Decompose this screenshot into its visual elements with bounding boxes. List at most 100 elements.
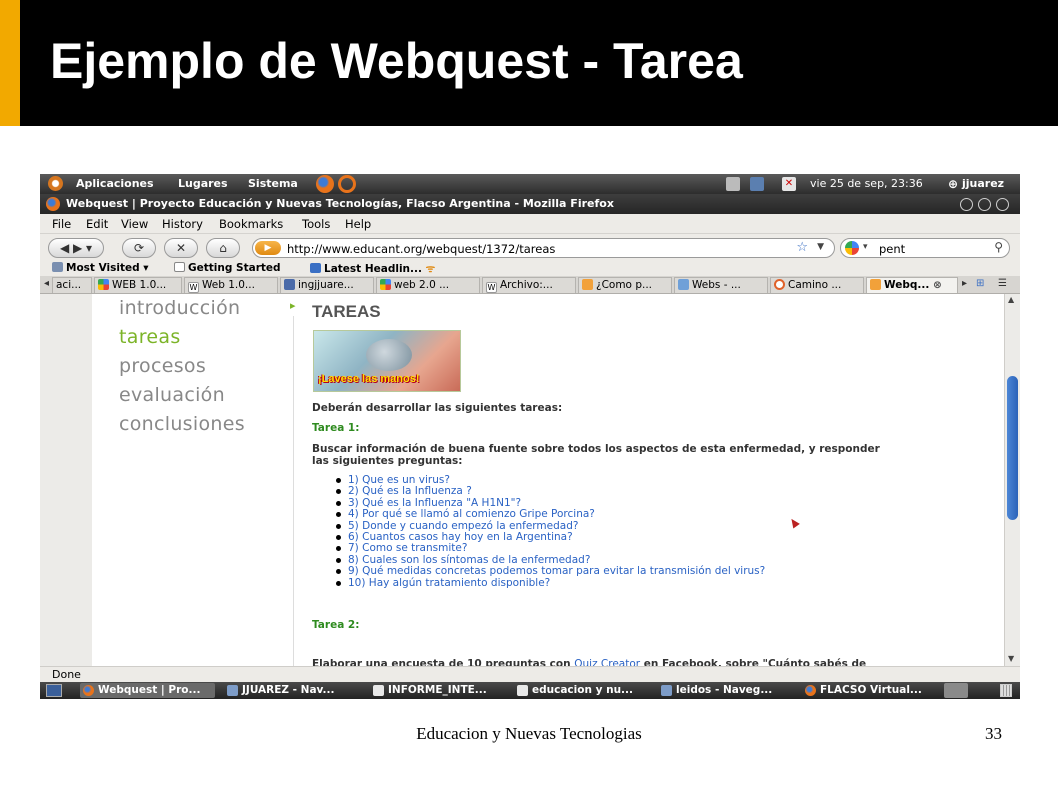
bookmark-star-icon[interactable]: ☆: [796, 240, 808, 255]
close-window-button[interactable]: [996, 198, 1009, 211]
close-tab-icon[interactable]: ⊗: [933, 279, 942, 291]
bookmarks-toolbar: Most Visited ▾ Getting Started Latest He…: [40, 262, 1020, 276]
menu-lugares[interactable]: Lugares: [178, 177, 228, 190]
network-icon[interactable]: [750, 177, 764, 191]
user-name[interactable]: jjuarez: [962, 177, 1004, 190]
app-launcher-icon[interactable]: [338, 175, 356, 193]
task2-label: Tarea 2:: [312, 619, 360, 631]
site-favicon-icon: [284, 279, 295, 290]
menu-file[interactable]: File: [52, 217, 71, 231]
folder-icon: [52, 262, 63, 272]
workspace-switcher[interactable]: [944, 683, 968, 698]
search-engine-dropdown-icon[interactable]: ▾: [863, 242, 868, 252]
firefox-launcher-icon[interactable]: [316, 175, 334, 193]
scroll-tabs-right-icon[interactable]: ▸: [962, 278, 967, 289]
taskbar-item-webquest[interactable]: Webquest | Pro...: [80, 683, 215, 698]
search-bar[interactable]: ▾ pent ⚲: [840, 238, 1010, 258]
gnome-top-panel: Aplicaciones Lugares Sistema ✕ vie 25 de…: [40, 174, 1020, 194]
back-forward-button[interactable]: ◀ ▶ ▾: [48, 238, 104, 258]
ubuntu-logo-icon[interactable]: [48, 176, 63, 191]
status-text: Done: [52, 668, 81, 681]
taskbar-item-jjuarez[interactable]: JJUAREZ - Nav...: [224, 683, 360, 698]
menu-aplicaciones[interactable]: Aplicaciones: [76, 177, 154, 190]
tab-0[interactable]: aci...: [52, 277, 92, 293]
soap-image: [366, 339, 412, 371]
url-bar[interactable]: ▶ http://www.educant.org/webquest/1372/t…: [252, 238, 835, 258]
mouse-pointer-icon: [788, 516, 800, 529]
taskbar-item-leidos[interactable]: leidos - Naveg...: [658, 683, 794, 698]
tab-9-active[interactable]: Webq... ⊗: [866, 277, 958, 293]
url-text[interactable]: http://www.educant.org/webquest/1372/tar…: [287, 242, 555, 256]
maximize-button[interactable]: [978, 198, 991, 211]
home-button[interactable]: ⌂: [206, 238, 240, 258]
scrollbar-thumb[interactable]: [1007, 376, 1018, 520]
question-link[interactable]: 4) Por qué se llamó al comienzo Gripe Po…: [335, 508, 765, 520]
menu-sistema[interactable]: Sistema: [248, 177, 298, 190]
bookmark-getting-started[interactable]: Getting Started: [174, 262, 281, 274]
url-history-dropdown-icon[interactable]: ▼: [817, 242, 824, 252]
bookmark-latest-headlines[interactable]: Latest Headlin... ᯤ: [310, 262, 435, 276]
list-all-tabs-icon[interactable]: ☰: [998, 278, 1007, 289]
tab-2[interactable]: W Web 1.0...: [184, 277, 278, 293]
nav-tareas[interactable]: tareas: [119, 323, 245, 352]
tab-4[interactable]: web 2.0 ...: [376, 277, 480, 293]
question-link[interactable]: 9) Qué medidas concretas podemos tomar p…: [335, 565, 765, 577]
browser-screenshot: Aplicaciones Lugares Sistema ✕ vie 25 de…: [40, 174, 1020, 699]
trash-icon[interactable]: [1000, 684, 1012, 697]
site-identity-icon[interactable]: ▶: [255, 241, 281, 255]
window-icon: [661, 685, 672, 696]
show-desktop-icon[interactable]: [46, 684, 62, 697]
taskbar-item-flacso[interactable]: FLACSO Virtual...: [802, 683, 938, 698]
volume-icon[interactable]: [726, 177, 740, 191]
menu-history[interactable]: History: [162, 217, 203, 231]
user-switch-icon[interactable]: ⊕: [948, 177, 958, 191]
tab-strip: ◂ aci... WEB 1.0... W Web 1.0... ingjjuar…: [40, 276, 1020, 294]
google-favicon-icon: [98, 279, 109, 290]
content-divider: [293, 316, 294, 666]
intro-text: Deberán desarrollar las siguientes tarea…: [312, 402, 563, 414]
taskbar-item-informe[interactable]: INFORME_INTE...: [370, 683, 506, 698]
clock[interactable]: vie 25 de sep, 23:36: [810, 177, 923, 190]
nav-conclusiones[interactable]: conclusiones: [119, 410, 245, 439]
tab-6[interactable]: ¿Como p...: [578, 277, 672, 293]
google-favicon-icon: [380, 279, 391, 290]
menu-bookmarks[interactable]: Bookmarks: [219, 217, 283, 231]
menu-help[interactable]: Help: [345, 217, 371, 231]
slide-footer: Educacion y Nuevas Tecnologias: [416, 724, 642, 743]
new-tab-icon[interactable]: ⊞: [976, 278, 984, 289]
task2-text: Elaborar una encuesta de 10 preguntas co…: [312, 658, 866, 666]
nav-procesos[interactable]: procesos: [119, 352, 245, 381]
taskbar: Webquest | Pro... JJUAREZ - Nav... INFOR…: [40, 682, 1020, 699]
scroll-down-icon[interactable]: ▼: [1008, 654, 1014, 663]
slide-accent-bar: [0, 0, 20, 126]
firefox-window-icon[interactable]: [46, 197, 60, 211]
google-search-engine-icon[interactable]: [845, 241, 859, 255]
navigation-toolbar: ◀ ▶ ▾ ⟳ ✕ ⌂ ▶ http://www.educant.org/web…: [40, 234, 1020, 262]
search-icon[interactable]: ⚲: [994, 240, 1003, 254]
tab-8[interactable]: Camino ...: [770, 277, 864, 293]
stop-button[interactable]: ✕: [164, 238, 198, 258]
tab-5[interactable]: W Archivo:...: [482, 277, 576, 293]
search-input[interactable]: pent: [879, 242, 905, 256]
taskbar-item-educacion[interactable]: educacion y nu...: [514, 683, 650, 698]
quiz-creator-link[interactable]: Quiz Creator: [574, 658, 640, 666]
tab-7[interactable]: Webs - ...: [674, 277, 768, 293]
wikipedia-favicon-icon: W: [188, 282, 199, 293]
question-link[interactable]: 10) Hay algún tratamiento disponible?: [335, 577, 765, 589]
bookmark-most-visited[interactable]: Most Visited ▾: [52, 262, 149, 274]
menu-tools[interactable]: Tools: [302, 217, 330, 231]
nav-introduccion[interactable]: introducción: [119, 294, 245, 323]
reload-button[interactable]: ⟳: [122, 238, 156, 258]
notification-icon[interactable]: ✕: [782, 177, 796, 191]
menu-view[interactable]: View: [121, 217, 148, 231]
page-scrollbar[interactable]: ▲ ▼: [1004, 294, 1020, 666]
wikipedia-favicon-icon: W: [486, 282, 497, 293]
tab-1[interactable]: WEB 1.0...: [94, 277, 182, 293]
tab-3[interactable]: ingjjuare...: [280, 277, 374, 293]
scroll-tabs-left-icon[interactable]: ◂: [44, 278, 49, 289]
minimize-button[interactable]: [960, 198, 973, 211]
nav-evaluacion[interactable]: evaluación: [119, 381, 245, 410]
scroll-up-icon[interactable]: ▲: [1008, 295, 1014, 304]
menu-edit[interactable]: Edit: [86, 217, 108, 231]
firefox-icon: [83, 685, 94, 696]
